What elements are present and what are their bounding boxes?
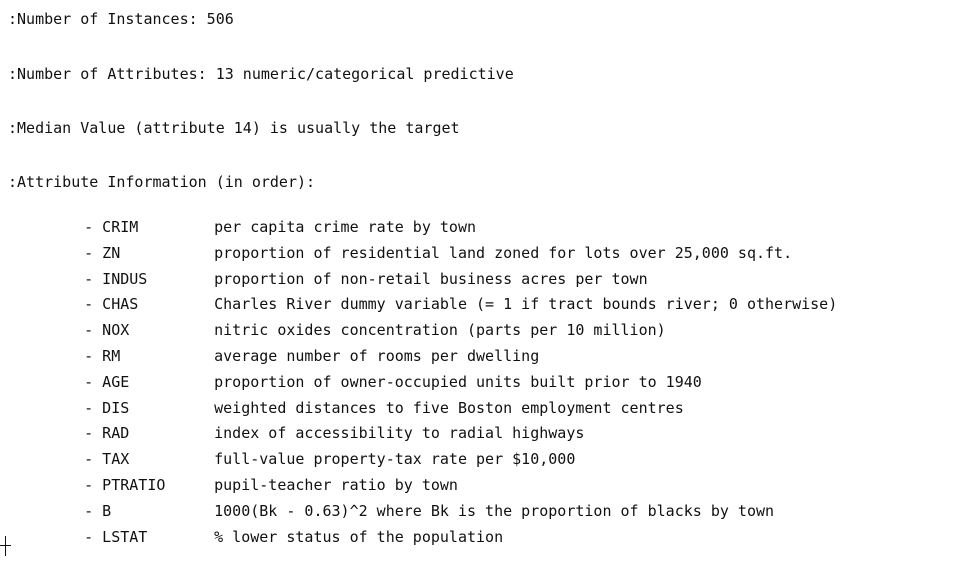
attribute-info-heading: :Attribute Information (in order): (8, 173, 316, 191)
median-value-line: :Median Value (attribute 14) is usually … (8, 119, 460, 137)
crosshair-cursor-icon (0, 536, 12, 556)
attribute-name: - LSTAT (84, 527, 148, 546)
instances-line: :Number of Instances: 506 (8, 10, 234, 28)
attributes-count-line: :Number of Attributes: 13 numeric/catego… (8, 65, 514, 83)
attribute-description: % lower status of the population (214, 527, 504, 546)
